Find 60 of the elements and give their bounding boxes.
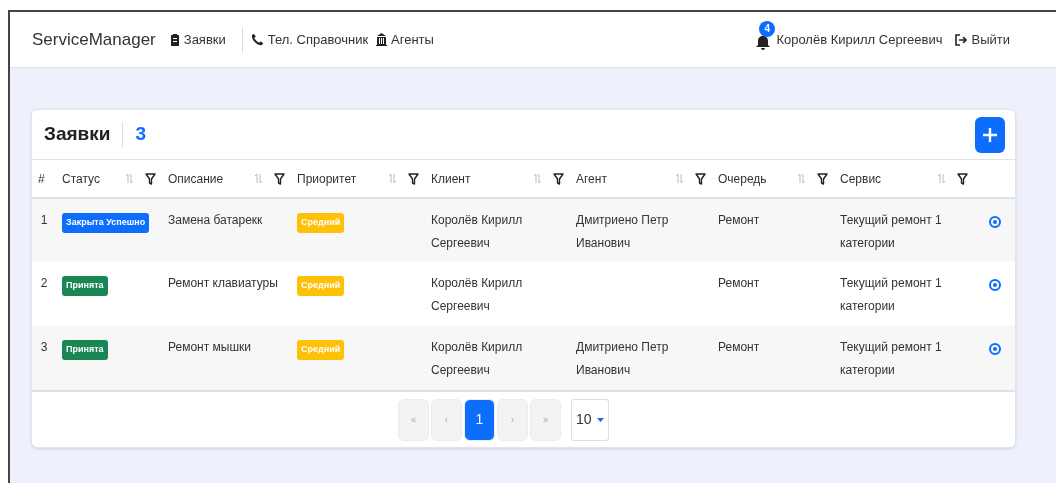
table-cell: Замена батарекк xyxy=(168,213,263,227)
view-icon[interactable] xyxy=(988,278,1001,291)
filter-icon[interactable] xyxy=(408,172,419,185)
building-icon xyxy=(376,33,388,46)
status-badge: Закрыта Успешно xyxy=(62,213,150,233)
card-title: Заявки xyxy=(44,122,111,147)
logout-icon xyxy=(954,33,968,46)
priority-badge: Средний xyxy=(297,340,345,360)
dropdown-caret-icon xyxy=(597,417,604,422)
column-header[interactable]: Агент xyxy=(576,169,607,188)
filter-icon[interactable] xyxy=(695,172,706,185)
notification-badge: 4 xyxy=(759,20,776,37)
table-cell: Ремонт xyxy=(718,276,760,290)
status-badge: Принята xyxy=(62,276,108,296)
column-header[interactable]: Статус xyxy=(62,169,100,188)
plus-icon xyxy=(982,126,998,143)
brand-name[interactable]: ServiceManager xyxy=(32,26,156,53)
request-count: 3 xyxy=(135,122,146,147)
filter-icon[interactable] xyxy=(553,172,564,185)
table-cell: 1 xyxy=(40,213,48,227)
filter-icon[interactable] xyxy=(145,172,156,185)
clipboard-icon xyxy=(169,33,180,46)
priority-badge: Средний xyxy=(297,213,345,233)
column-header[interactable]: Описание xyxy=(168,169,224,188)
table-cell: Ремонт мышки xyxy=(168,340,251,354)
page-size-select[interactable]: 10 xyxy=(571,398,609,441)
add-button[interactable] xyxy=(975,116,1005,153)
nav-link[interactable]: Заявки xyxy=(169,29,226,50)
table-cell: Королёв Кирилл Сергеевич xyxy=(431,340,523,377)
column-header[interactable]: Клиент xyxy=(431,169,471,188)
bell-icon[interactable] xyxy=(756,34,771,51)
column-header[interactable]: Очередь xyxy=(718,169,767,188)
view-icon[interactable] xyxy=(988,342,1001,355)
status-badge: Принята xyxy=(62,340,108,360)
column-header[interactable]: Приоритет xyxy=(297,169,357,188)
phone-icon xyxy=(250,33,264,46)
filter-icon[interactable] xyxy=(274,172,285,185)
filter-icon[interactable] xyxy=(817,172,828,185)
table-cell: Дмитриено Петр Иванович xyxy=(576,213,669,250)
nav-link[interactable]: Агенты xyxy=(376,29,434,50)
table-cell: 2 xyxy=(40,276,48,290)
column-header[interactable]: # xyxy=(38,169,45,188)
table-cell: Ремонт клавиатуры xyxy=(168,276,278,290)
user-name[interactable]: Королёв Кирилл Сергеевич xyxy=(776,29,943,50)
column-header[interactable]: Сервис xyxy=(840,169,882,188)
view-icon[interactable] xyxy=(988,215,1001,228)
priority-badge: Средний xyxy=(297,276,345,296)
filter-icon[interactable] xyxy=(957,172,968,185)
logout-link[interactable]: Выйти xyxy=(954,29,1010,50)
table-cell: Королёв Кирилл Сергеевич xyxy=(431,213,523,250)
table-cell: Дмитриено Петр Иванович xyxy=(576,340,669,377)
table-cell: Королёв Кирилл Сергеевич xyxy=(431,276,523,313)
table-cell: Ремонт xyxy=(718,340,760,354)
table-cell: Текущий ремонт 1 категории xyxy=(840,276,942,313)
nav-link[interactable]: Тел. Справочник xyxy=(250,29,369,50)
table-cell: Ремонт xyxy=(718,213,760,227)
table-cell: Текущий ремонт 1 категории xyxy=(840,340,942,377)
table-cell: 3 xyxy=(40,340,48,354)
page-button[interactable]: 1 xyxy=(464,398,495,441)
table-cell: Текущий ремонт 1 категории xyxy=(840,213,942,250)
